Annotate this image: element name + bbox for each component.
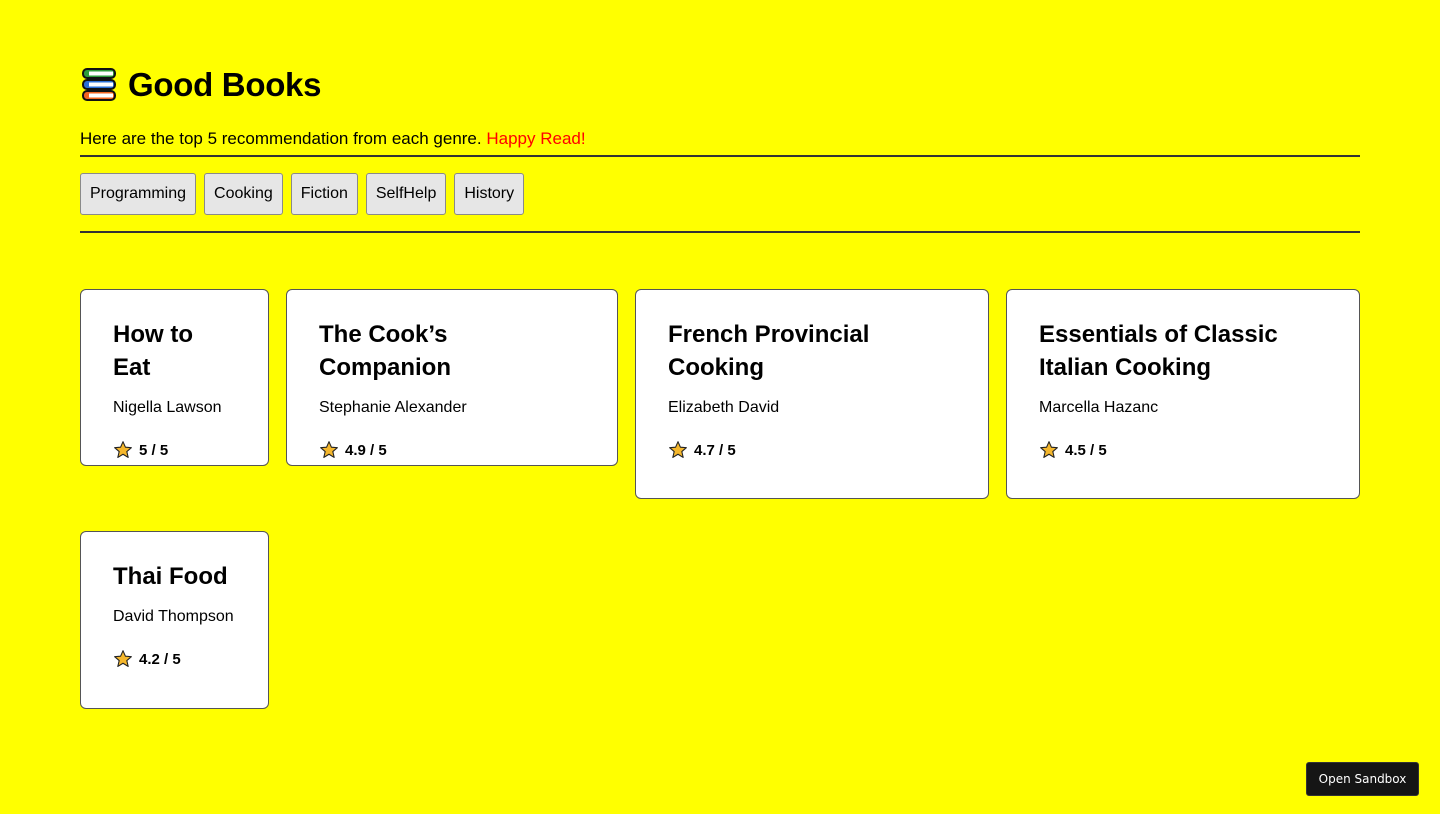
bottom-divider xyxy=(80,231,1360,233)
book-author: Nigella Lawson xyxy=(113,399,222,416)
book-rating-value: 5 / 5 xyxy=(139,441,169,459)
star-icon xyxy=(1040,441,1058,458)
star-icon xyxy=(114,650,132,667)
star-icon xyxy=(114,441,132,458)
tagline-accent: Happy Read! xyxy=(486,129,586,148)
genre-button-fiction[interactable]: Fiction xyxy=(290,173,358,215)
book-title: How to Eat xyxy=(113,321,193,381)
book-rating-value: 4.7 / 5 xyxy=(694,441,736,459)
tagline: Here are the top 5 recommendation from e… xyxy=(80,128,1360,150)
book-card: French Provincial Cooking Elizabeth Davi… xyxy=(635,289,989,499)
books-stack-icon xyxy=(82,68,116,101)
book-card: The Cook’s Companion Stephanie Alexander… xyxy=(286,289,618,466)
book-rating: 5 / 5 xyxy=(113,440,236,460)
genre-bar: Programming Cooking Fiction SelfHelp His… xyxy=(80,157,1360,231)
book-rating: 4.7 / 5 xyxy=(668,440,956,460)
open-sandbox-button[interactable]: Open Sandbox xyxy=(1306,762,1419,796)
book-author: Elizabeth David xyxy=(668,399,780,416)
book-card: Thai Food David Thompson 4.2 / 5 xyxy=(80,531,269,709)
star-icon xyxy=(669,441,687,458)
genre-button-history[interactable]: History xyxy=(454,173,525,215)
book-rating-value: 4.5 / 5 xyxy=(1065,441,1107,459)
app-title: Good Books xyxy=(128,66,322,103)
tagline-text: Here are the top 5 recommendation from e… xyxy=(80,129,482,148)
book-rating: 4.5 / 5 xyxy=(1039,440,1327,460)
app-header: Good Books xyxy=(80,64,1360,106)
genre-button-selfhelp[interactable]: SelfHelp xyxy=(365,173,447,215)
genre-button-cooking[interactable]: Cooking xyxy=(204,173,283,215)
book-card: Essentials of Classic Italian Cooking Ma… xyxy=(1006,289,1360,499)
book-rating-value: 4.2 / 5 xyxy=(139,650,181,668)
book-title: French Provincial Cooking xyxy=(668,321,870,381)
book-title: The Cook’s Companion xyxy=(319,321,451,381)
book-rating: 4.9 / 5 xyxy=(319,440,585,460)
book-author: Marcella Hazanc xyxy=(1039,399,1159,416)
book-author: David Thompson xyxy=(113,608,234,625)
genre-button-programming[interactable]: Programming xyxy=(80,173,197,215)
book-rating-value: 4.9 / 5 xyxy=(345,441,387,459)
app-container: Good Books Here are the top 5 recommenda… xyxy=(80,0,1360,709)
book-title: Essentials of Classic Italian Cooking xyxy=(1039,321,1278,381)
book-list: How to Eat Nigella Lawson 5 / 5 The Cook… xyxy=(80,289,1360,709)
book-title: Thai Food xyxy=(113,563,228,590)
book-rating: 4.2 / 5 xyxy=(113,649,236,669)
book-card: How to Eat Nigella Lawson 5 / 5 xyxy=(80,289,269,466)
star-icon xyxy=(320,441,338,458)
book-author: Stephanie Alexander xyxy=(319,399,467,416)
